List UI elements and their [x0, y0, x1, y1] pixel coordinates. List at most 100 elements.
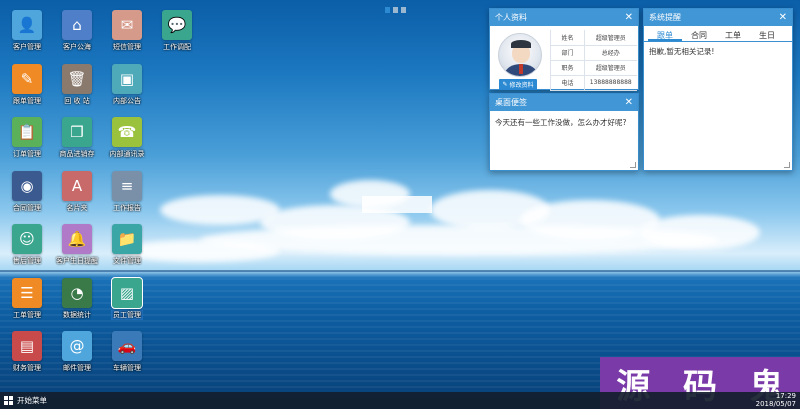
reminder-window: 系统提醒 ✕ 跟单 合同 工单 生日 抱歉,暂无相关记录!	[643, 8, 793, 171]
desktop-icon[interactable]: A 名片夹	[52, 170, 102, 213]
desktop-icon[interactable]: ❒ 商品进销存	[52, 117, 102, 159]
desktop-icon[interactable]: ☺ 售后管理	[2, 224, 52, 266]
desktop-icon-label: 客户管理	[13, 43, 41, 51]
briefcase-icon: ▣	[112, 63, 142, 94]
desktop-icon[interactable]: ◉ 合同管理	[2, 170, 52, 213]
business-card-icon: A	[62, 170, 92, 201]
contract-icon: ◉	[12, 170, 42, 201]
desktop-icon[interactable]: ☰ 工单管理	[2, 277, 52, 320]
desktop-icon[interactable]: 🚗 车辆管理	[102, 331, 152, 373]
chat-icon: 💬	[162, 10, 192, 40]
close-icon[interactable]: ✕	[625, 97, 633, 108]
desktop-icon[interactable]: ◔ 数据统计	[52, 277, 102, 320]
info-value: 13888888888	[584, 75, 637, 91]
page-indicator[interactable]	[385, 7, 406, 13]
desktop-icon-label: 邮件管理	[63, 364, 91, 372]
resize-handle[interactable]	[630, 162, 636, 168]
windows-logo-icon	[4, 396, 13, 405]
edit-profile-button[interactable]: ✎ 修改资料	[499, 79, 537, 90]
tab-follow-up[interactable]: 跟单	[648, 29, 682, 41]
avatar	[498, 33, 542, 77]
employee-icon: ▨	[111, 276, 143, 309]
desktop-icon[interactable]: ⌂ 客户公海	[52, 10, 102, 52]
desktop-icon-label: 内部公告	[113, 96, 141, 105]
table-row: 职务 超级管理员	[550, 60, 637, 76]
desktop-icon-label: 车辆管理	[113, 364, 141, 372]
desktop-icon[interactable]: ▨ 员工管理	[102, 276, 152, 320]
note-window: 桌面便签 ✕ 今天还有一些工作没做，怎么办才好呢?	[489, 93, 639, 171]
boxes-icon: ❒	[62, 117, 92, 147]
profile-window-titlebar[interactable]: 个人资料 ✕	[490, 9, 638, 26]
desktop-icon[interactable]: 💬 工作调配	[152, 10, 202, 52]
desktop-icon[interactable]: ✉ 短信管理	[102, 10, 152, 52]
desktop-icon-label: 工作报告	[113, 203, 141, 212]
desktop-icon-label: 数据统计	[63, 310, 91, 319]
desktop-icon-label: 财务管理	[13, 364, 41, 372]
desktop-icon-label: 工单管理	[13, 310, 41, 319]
desktop-icon-label: 合同管理	[13, 203, 41, 212]
desktop-icon-label: 工作调配	[163, 43, 191, 51]
info-value: 超级管理员	[584, 60, 637, 76]
desktop-icon[interactable]: ▤ 财务管理	[2, 331, 52, 373]
desktop-icon[interactable]: 🔔 客户生日提醒	[52, 224, 102, 266]
desktop-icon[interactable]: ✎ 跟单管理	[2, 63, 52, 106]
envelope-icon: ✉	[112, 10, 142, 40]
desktop-icon-label: 跟单管理	[13, 96, 41, 105]
desktop-icon-label: 员工管理	[111, 309, 143, 320]
desktop-icon-label: 客户公海	[63, 43, 91, 51]
table-row: 电话 13888888888	[550, 75, 637, 91]
info-value: 总经办	[584, 45, 637, 61]
info-key: 职务	[550, 60, 585, 76]
reminder-message: 抱歉,暂无相关记录!	[649, 47, 715, 56]
desktop-icon[interactable]: 📁 文件管理	[102, 224, 152, 266]
resize-handle[interactable]	[784, 162, 790, 168]
desktop-icon[interactable]: 🗑 回 收 站	[52, 63, 102, 106]
desktop-icon[interactable]: ☎ 内部通讯录	[102, 117, 152, 159]
desktop-icon[interactable]: @ 邮件管理	[52, 331, 102, 373]
edit-profile-label: 修改资料	[509, 82, 534, 89]
note-window-titlebar[interactable]: 桌面便签 ✕	[490, 94, 638, 111]
reminder-window-titlebar[interactable]: 系统提醒 ✕	[644, 9, 792, 26]
desktop-icon[interactable]: 👤 客户管理	[2, 10, 52, 52]
tab-work-order[interactable]: 工单	[716, 29, 750, 41]
reminder-window-title: 系统提醒	[649, 13, 681, 22]
desktop-icon-label: 文件管理	[113, 257, 141, 265]
info-value: 超级管理员	[584, 30, 637, 46]
info-key: 电话	[550, 75, 585, 91]
desktop-icon[interactable]: 📋 订单管理	[2, 117, 52, 159]
desktop-icon-label: 内部通讯录	[109, 150, 145, 158]
clock-time: 17:29	[775, 392, 796, 400]
customer-sea-icon: ⌂	[62, 10, 92, 40]
pie-chart-icon: ◔	[62, 277, 92, 308]
address-book-icon: ☎	[112, 117, 142, 147]
clock-date: 2018/05/07	[755, 400, 796, 408]
note-window-title: 桌面便签	[495, 98, 527, 107]
page-dot[interactable]	[401, 7, 406, 13]
tab-birthday[interactable]: 生日	[750, 29, 784, 41]
start-menu-label: 开始菜单	[17, 396, 47, 405]
desktop-icon-label: 客户生日提醒	[56, 257, 98, 265]
note-textarea[interactable]: 今天还有一些工作没做，怎么办才好呢?	[490, 111, 638, 134]
desktop-icon[interactable]: ▣ 内部公告	[102, 63, 152, 106]
tab-contract[interactable]: 合同	[682, 29, 716, 41]
taskbar: 开始菜单 17:29 2018/05/07	[0, 392, 800, 409]
close-icon[interactable]: ✕	[625, 12, 633, 23]
clipboard-icon: 📋	[12, 117, 42, 147]
list-icon: ☰	[12, 277, 42, 308]
edit-icon: ✎	[12, 63, 42, 94]
page-dot[interactable]	[385, 7, 390, 13]
page-dot[interactable]	[393, 7, 398, 13]
desktop-icon[interactable]: ≡ 工作报告	[102, 170, 152, 213]
trash-icon: 🗑	[62, 63, 92, 94]
user-card-icon: 👤	[12, 10, 42, 40]
desktop-icon-label: 售后管理	[13, 257, 41, 265]
edit-icon: ✎	[502, 81, 508, 88]
taskbar-clock[interactable]: 17:29 2018/05/07	[756, 392, 796, 408]
bell-icon: 🔔	[62, 224, 92, 254]
reminder-tabs: 跟单 合同 工单 生日	[644, 26, 792, 42]
close-icon[interactable]: ✕	[779, 12, 787, 23]
desktop-icon-label: 订单管理	[13, 150, 41, 158]
start-menu-button[interactable]: 开始菜单	[4, 394, 47, 407]
support-agent-icon: ☺	[12, 224, 42, 254]
desktop-icon-label: 商品进销存	[59, 150, 95, 158]
